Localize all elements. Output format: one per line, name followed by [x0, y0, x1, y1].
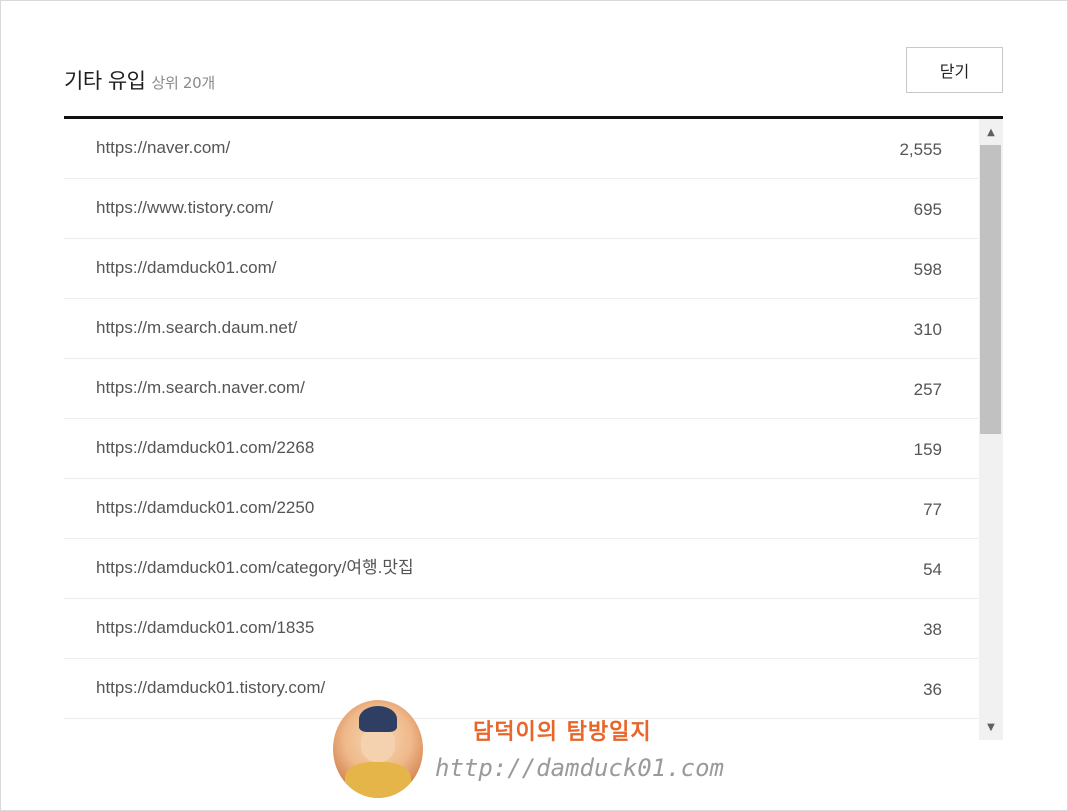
- referrer-url[interactable]: https://damduck01.com/: [96, 239, 276, 297]
- referrer-count: 310: [913, 320, 942, 339]
- avatar-illustration: [333, 700, 423, 798]
- referrer-count: 598: [913, 260, 942, 279]
- list-item: https://m.search.daum.net/ 310: [64, 299, 978, 359]
- referrer-url[interactable]: https://damduck01.com/2268: [96, 419, 314, 477]
- referrer-url[interactable]: https://www.tistory.com/: [96, 179, 273, 237]
- list-item: https://naver.com/ 2,555: [64, 119, 978, 179]
- list-item: https://m.search.naver.com/ 257: [64, 359, 978, 419]
- referrer-count: 38: [923, 620, 942, 639]
- list-item: https://damduck01.com/1835 38: [64, 599, 978, 659]
- referrer-url[interactable]: https://damduck01.tistory.com/: [96, 659, 325, 717]
- scroll-up-arrow-icon[interactable]: ▲: [979, 121, 1003, 143]
- referrer-count: 54: [923, 560, 942, 579]
- referrer-count: 2,555: [899, 140, 942, 159]
- referrer-url[interactable]: https://m.search.naver.com/: [96, 359, 305, 417]
- referrer-list[interactable]: https://naver.com/ 2,555 https://www.tis…: [64, 119, 978, 740]
- referrer-url[interactable]: https://damduck01.com/2250: [96, 479, 314, 537]
- vertical-scrollbar[interactable]: ▲ ▼: [979, 119, 1003, 740]
- referrer-url[interactable]: https://naver.com/: [96, 119, 230, 177]
- blog-watermark: 담덕이의 탐방일지 http://damduck01.com: [333, 700, 724, 800]
- referrer-url[interactable]: https://m.search.daum.net/: [96, 299, 297, 357]
- list-item: https://damduck01.com/ 598: [64, 239, 978, 299]
- list-item: https://damduck01.com/2268 159: [64, 419, 978, 479]
- watermark-title: 담덕이의 탐방일지: [473, 720, 652, 745]
- close-button[interactable]: 닫기: [906, 47, 1003, 93]
- watermark-url: http://damduck01.com: [435, 754, 724, 782]
- scroll-down-arrow-icon[interactable]: ▼: [979, 716, 1003, 738]
- list-item: https://www.tistory.com/ 695: [64, 179, 978, 239]
- referrer-count: 257: [913, 380, 942, 399]
- referrer-count: 159: [913, 440, 942, 459]
- referrer-count: 695: [913, 200, 942, 219]
- referrer-count: 36: [923, 680, 942, 699]
- list-item: https://damduck01.com/category/여행.맛집 54: [64, 539, 978, 599]
- referrer-url[interactable]: https://damduck01.com/1835: [96, 599, 314, 657]
- dialog-header: 기타 유입 상위 20개 닫기: [64, 47, 1003, 117]
- referrer-count: 77: [923, 500, 942, 519]
- subtitle-text: 상위 20개: [151, 74, 215, 92]
- list-item: https://damduck01.com/2250 77: [64, 479, 978, 539]
- referrer-url[interactable]: https://damduck01.com/category/여행.맛집: [96, 539, 414, 597]
- scroll-thumb[interactable]: [980, 145, 1001, 434]
- title-text: 기타 유입: [64, 69, 146, 93]
- dialog-title: 기타 유입 상위 20개: [64, 65, 215, 95]
